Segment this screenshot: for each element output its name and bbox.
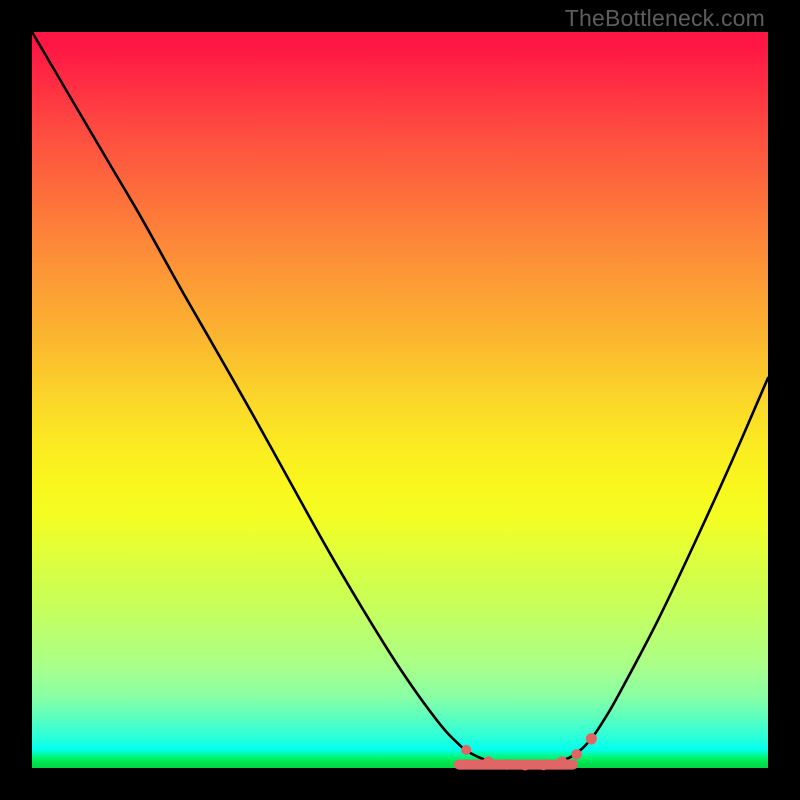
optimal-dot xyxy=(502,759,512,769)
optimal-dot xyxy=(520,760,530,770)
optimal-dot xyxy=(483,756,493,766)
curve-path xyxy=(32,32,768,765)
chart-frame: TheBottleneck.com xyxy=(0,0,800,800)
curve-path-group xyxy=(32,32,768,765)
optimal-dot xyxy=(571,749,581,759)
optimal-dot xyxy=(586,735,596,745)
optimal-dot xyxy=(538,760,548,770)
optimal-dots xyxy=(459,733,597,770)
optimal-dot xyxy=(557,756,567,766)
optimal-dot xyxy=(461,745,471,755)
bottleneck-curve xyxy=(32,32,768,768)
attribution-label: TheBottleneck.com xyxy=(565,5,765,32)
